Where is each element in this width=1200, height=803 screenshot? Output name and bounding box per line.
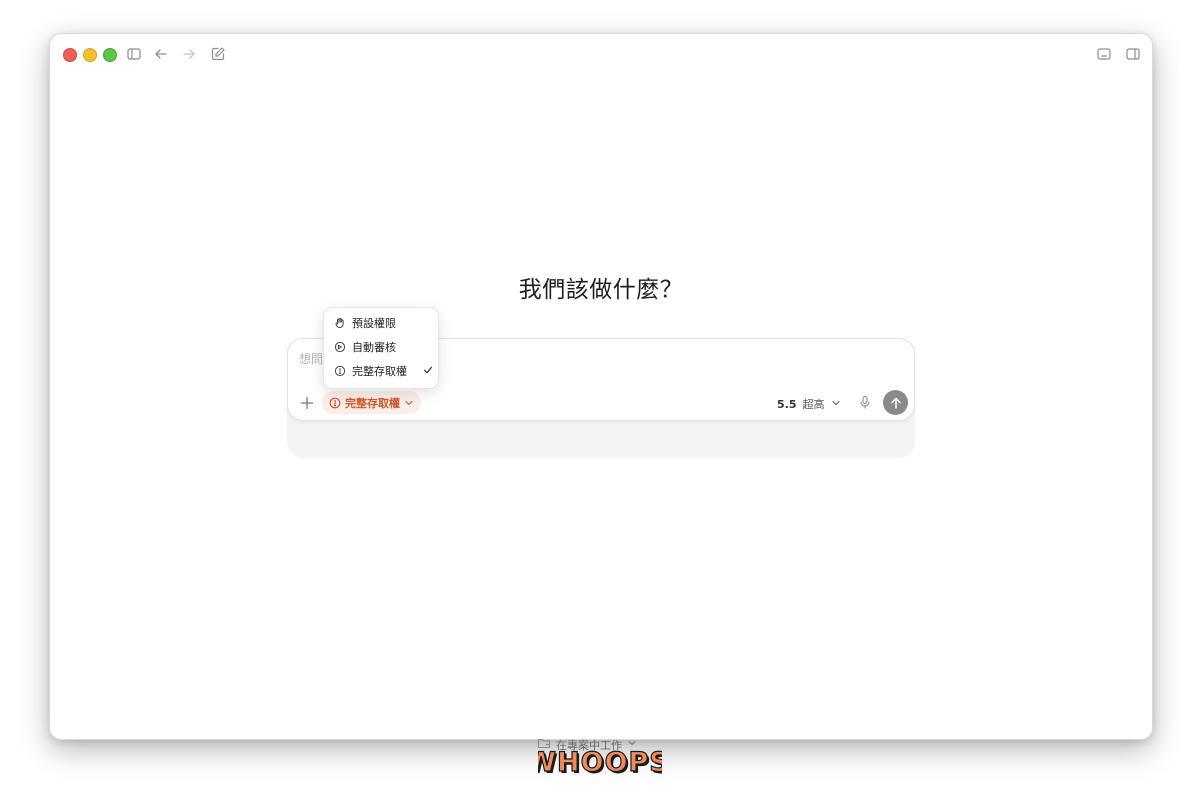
permission-selector-label: 完整存取權: [345, 396, 400, 410]
reasoning-level: 超高: [802, 398, 825, 411]
close-window-button[interactable]: [63, 48, 77, 62]
chevron-down-icon: [831, 398, 841, 411]
model-selector[interactable]: 5.5 超高: [777, 396, 841, 412]
arrow-up-icon: [890, 397, 901, 409]
microphone-icon[interactable]: [857, 394, 873, 410]
shield-check-icon: [334, 341, 346, 353]
whoops-watermark-logo: WHOOPS WHOOPS: [526, 744, 671, 780]
hand-icon: [334, 317, 346, 329]
model-version: 5.5: [777, 397, 797, 411]
alert-circle-icon: [334, 365, 346, 377]
app-window: 我們該做什麼？ 在專案中工作 想問 完整存取權 5.5 超高 預設權限 自動審核…: [49, 33, 1153, 752]
terminal-panel-icon[interactable]: [1095, 45, 1113, 63]
permission-menu-item-label: 完整存取權: [352, 365, 407, 378]
permission-menu-item-auto-review[interactable]: 自動審核: [334, 337, 434, 357]
permission-selector-button[interactable]: 完整存取權: [322, 391, 421, 414]
permission-menu-item-full-access[interactable]: 完整存取權: [334, 361, 434, 381]
back-arrow-icon[interactable]: [152, 45, 170, 63]
permission-menu-item-label: 自動審核: [352, 341, 396, 354]
send-button[interactable]: [883, 390, 908, 415]
chevron-down-icon: [404, 398, 414, 408]
checkmark-icon: [422, 364, 434, 376]
permission-menu-item-label: 預設權限: [352, 317, 396, 330]
permission-menu: 預設權限 自動審核 完整存取權: [323, 307, 439, 389]
title-bar: [50, 34, 1152, 74]
add-attachment-button[interactable]: [298, 394, 316, 412]
forward-arrow-icon[interactable]: [180, 45, 198, 63]
zoom-window-button[interactable]: [103, 48, 117, 62]
permission-menu-item-default[interactable]: 預設權限: [334, 313, 434, 333]
minimize-window-button[interactable]: [83, 48, 97, 62]
right-panel-icon[interactable]: [1124, 45, 1142, 63]
message-input-placeholder[interactable]: 想問: [299, 350, 323, 367]
alert-circle-icon: [329, 397, 341, 409]
sidebar-toggle-icon[interactable]: [125, 45, 143, 63]
new-chat-icon[interactable]: [209, 45, 227, 63]
watermark-text: WHOOPS: [538, 747, 662, 778]
page-title: 我們該做什麼？: [518, 277, 684, 303]
